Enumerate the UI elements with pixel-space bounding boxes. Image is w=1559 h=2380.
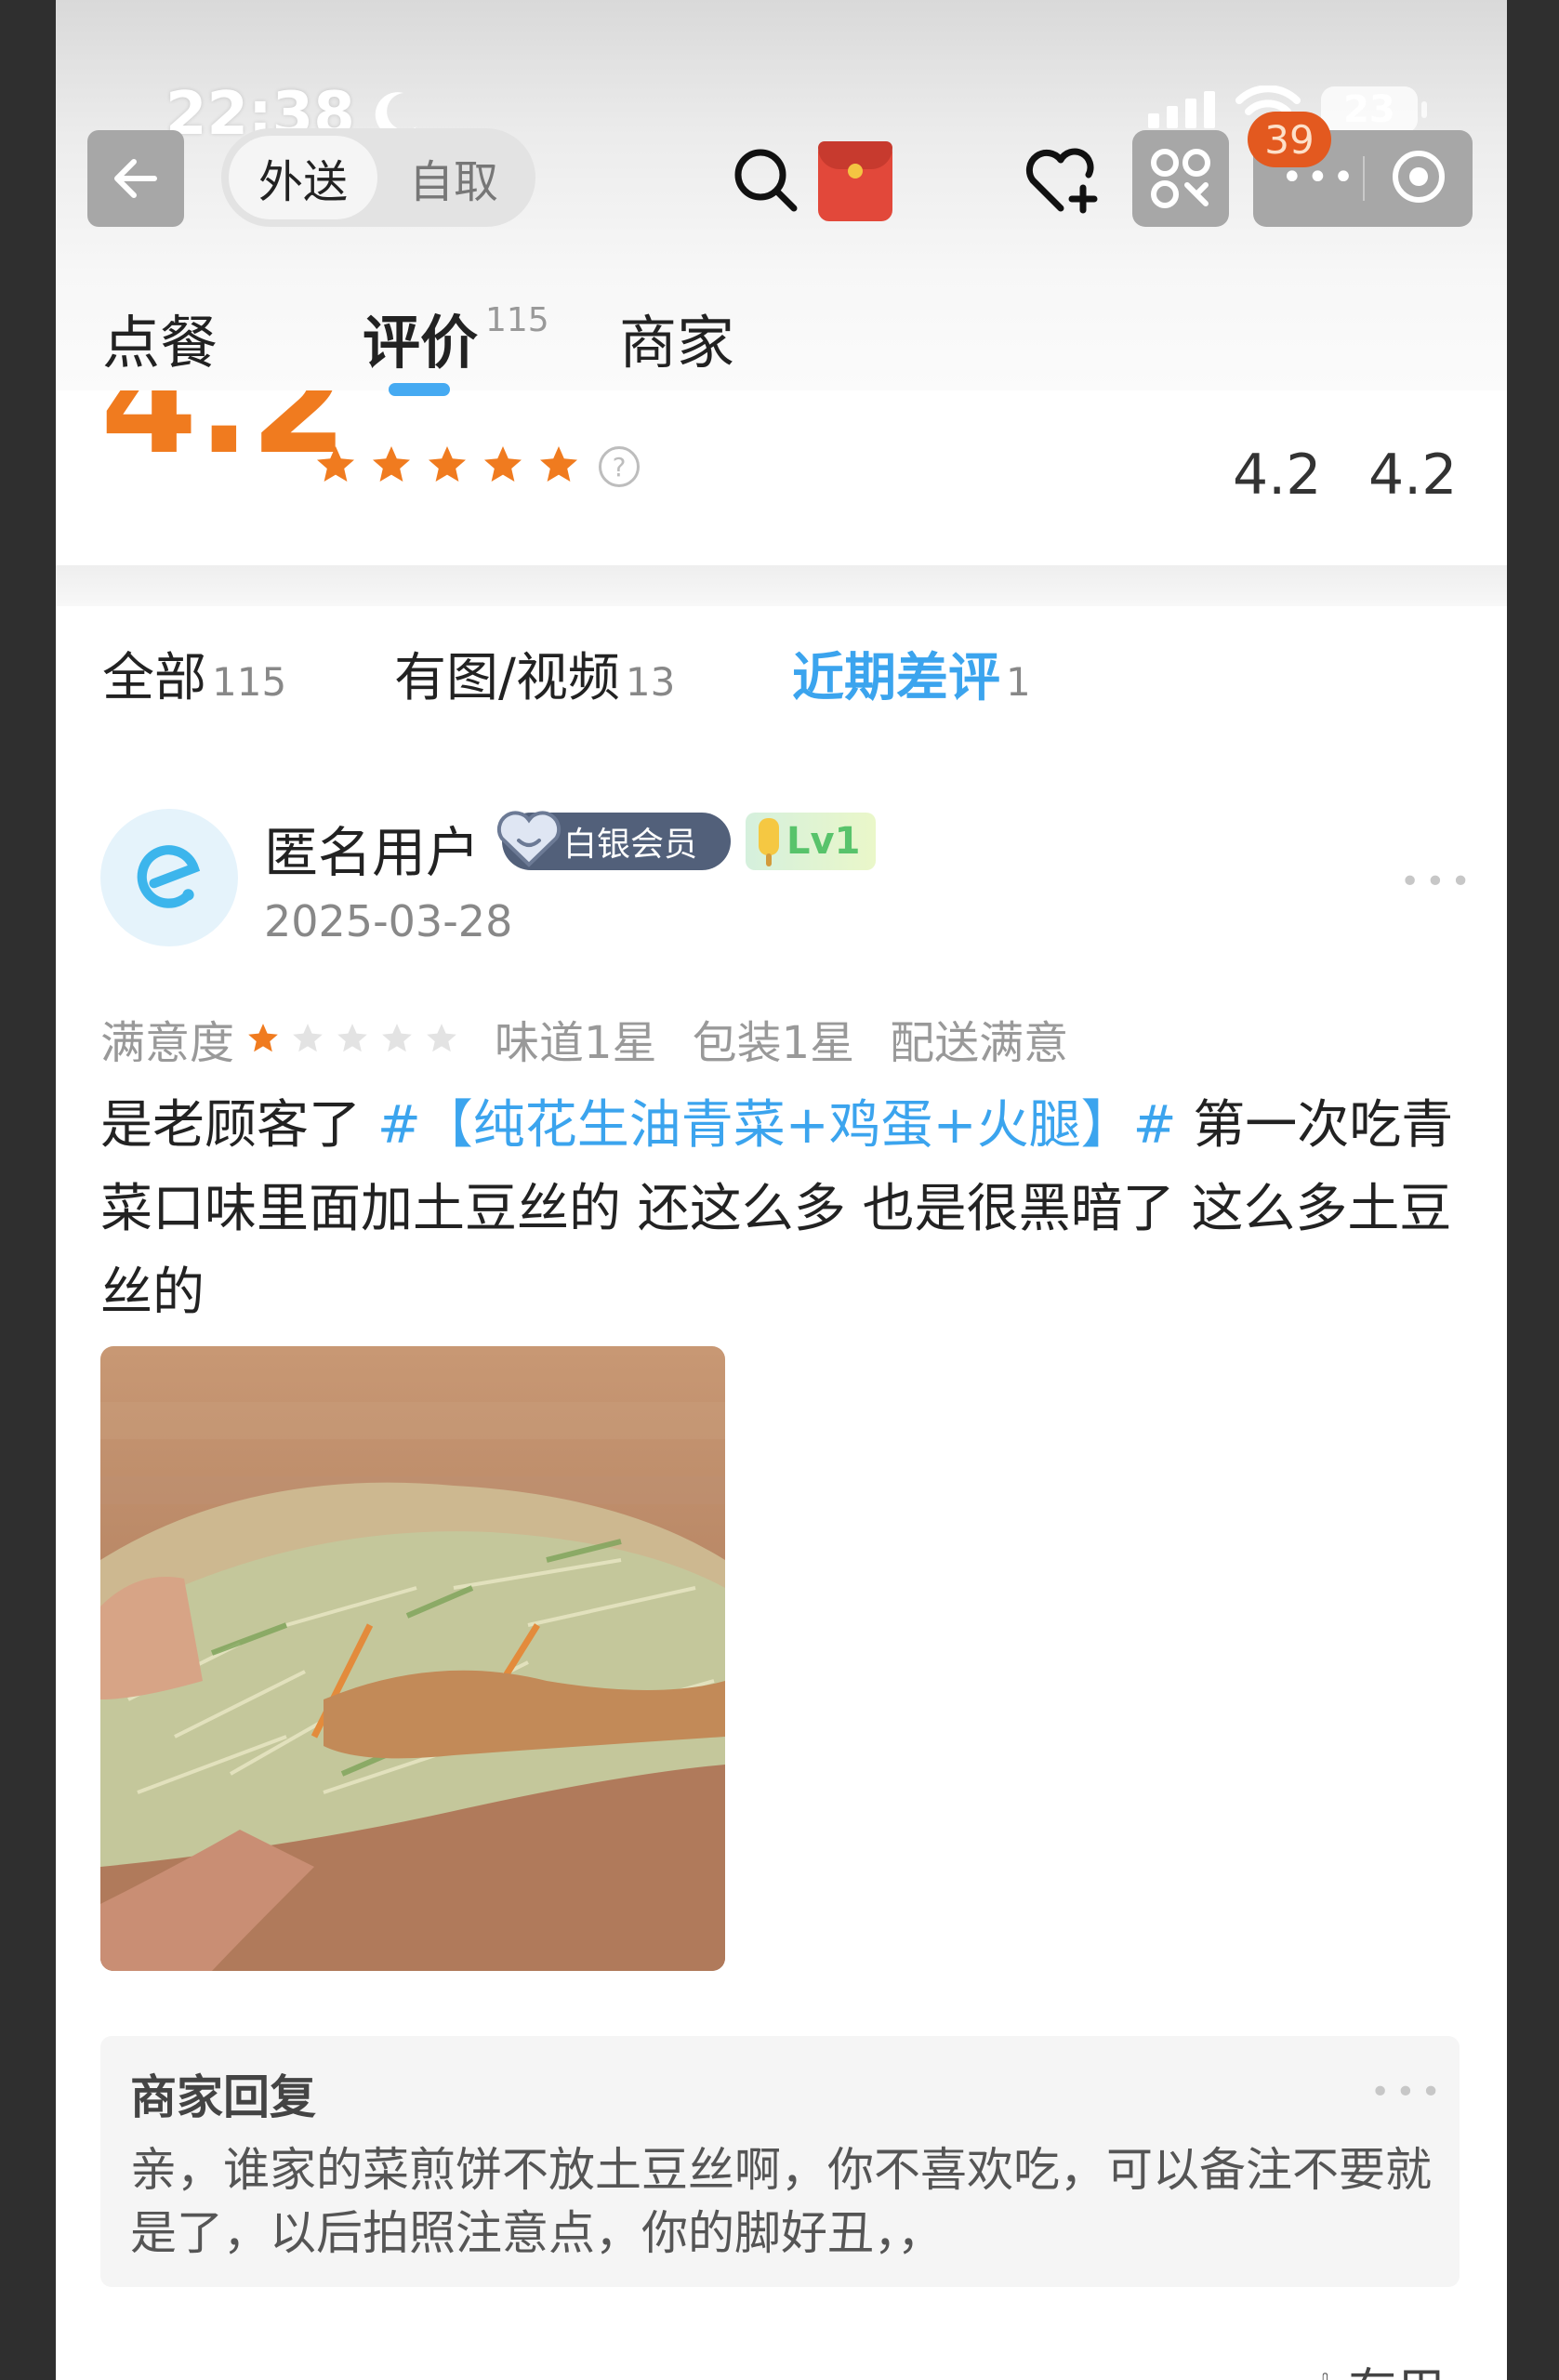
eleme-logo-icon <box>137 845 201 908</box>
reply-more-options-icon[interactable]: ••• <box>1370 2073 1447 2111</box>
filter-with-media[interactable]: 有图/视频 13 <box>394 636 675 711</box>
food-photo-graphic <box>100 1346 725 1971</box>
screen-frame-left <box>0 0 56 2380</box>
merchant-reply-title: 商家回复 <box>130 2070 316 2124</box>
review-username: 匿名用户 <box>264 821 481 884</box>
capsule-divider <box>1363 156 1365 201</box>
sub-score-2: 4.2 <box>1368 443 1458 508</box>
tab-reviews-count: 115 <box>485 301 549 339</box>
member-badge-label: 白银会员 <box>563 826 698 864</box>
review-text: 是老顾客了 #【纯花生油青菜+鸡蛋+火腿】# 第一次吃青菜口味里面加土豆丝的 还… <box>100 1084 1467 1335</box>
review-text-start: 是老顾客了 <box>100 1095 377 1156</box>
filter-recent-negative-count: 1 <box>1006 659 1031 705</box>
favorite-button[interactable] <box>1023 139 1104 221</box>
star-filled-icon <box>248 1024 278 1052</box>
star-empty-icon <box>382 1024 412 1052</box>
merchant-reply-text: 亲，谁家的菜煎饼不放土豆丝啊，你不喜欢吃，可以备注不要就是了，以后拍照注意点，你… <box>130 2143 1432 2260</box>
arrow-left-icon <box>114 159 157 198</box>
filter-with-media-count: 13 <box>625 659 676 705</box>
red-packet-icon[interactable] <box>818 141 892 221</box>
satisfaction-label: 满意度 <box>100 1017 235 1069</box>
filter-recent-negative-label: 近期差评 <box>792 648 1000 708</box>
star-empty-icon <box>427 1024 456 1052</box>
scan-button[interactable] <box>1132 130 1229 227</box>
star-icon <box>317 446 354 482</box>
satisfaction-stars <box>245 1021 459 1056</box>
rating-stars <box>312 443 582 487</box>
tab-order[interactable]: 点餐 <box>102 296 218 379</box>
star-icon <box>484 446 522 482</box>
filter-with-media-label: 有图/视频 <box>394 648 620 708</box>
close-miniprogram-icon[interactable] <box>1393 151 1445 203</box>
qr-code-icon <box>1151 149 1210 208</box>
product-tag[interactable]: #【纯花生油青菜+鸡蛋+火腿】# <box>377 1095 1177 1156</box>
filter-recent-negative[interactable]: 近期差评 1 <box>792 636 1031 711</box>
member-heart-icon <box>496 811 562 867</box>
star-icon <box>540 446 577 482</box>
overall-rating: 4.2 <box>100 390 348 493</box>
review-photo[interactable] <box>100 1346 725 1971</box>
app-screen: 22:38 23 外送 自取 ••• 39 点餐 评价 115 商家 4.2 ?… <box>56 0 1507 2380</box>
merchant-reply: 商家回复 亲，谁家的菜煎饼不放土豆丝啊，你不喜欢吃，可以备注不要就是了，以后拍照… <box>100 2036 1460 2287</box>
battery-indicator: 23 <box>1321 86 1427 133</box>
filter-all[interactable]: 全部 115 <box>102 636 286 711</box>
review-scores: 满意度 味道1星 包装1星 配送满意 <box>100 1006 1068 1071</box>
heart-plus-icon <box>1025 148 1098 214</box>
filter-all-label: 全部 <box>102 648 206 708</box>
star-empty-icon <box>337 1024 367 1052</box>
search-icon <box>734 149 798 212</box>
popsicle-icon <box>759 818 779 866</box>
delivery-mode-toggle: 外送 自取 <box>221 128 535 227</box>
review-date: 2025-03-28 <box>264 896 513 946</box>
thumbs-up-icon: ☝ <box>1303 2364 1333 2380</box>
filter-all-count: 115 <box>212 659 287 705</box>
review-more-options-icon[interactable]: ••• <box>1400 863 1476 901</box>
back-button[interactable] <box>87 130 184 227</box>
mode-delivery[interactable]: 外送 <box>229 136 377 219</box>
useful-button[interactable]: ☝ 有用 <box>1303 2352 1445 2380</box>
section-divider <box>56 565 1507 606</box>
level-badge: Lv1 <box>746 813 876 870</box>
star-icon <box>429 446 466 482</box>
search-button[interactable] <box>725 139 807 221</box>
taste-score: 味道1星 <box>495 1017 657 1069</box>
mode-pickup[interactable]: 自取 <box>379 136 528 219</box>
help-icon[interactable]: ? <box>599 446 640 487</box>
screen-frame-right <box>1507 0 1559 2380</box>
level-badge-label: Lv1 <box>786 820 861 863</box>
avatar[interactable] <box>100 809 238 946</box>
tab-merchant[interactable]: 商家 <box>619 296 734 379</box>
overall-rating-value: 4.2 <box>100 390 348 485</box>
sub-score-1: 4.2 <box>1233 443 1322 508</box>
active-tab-indicator <box>389 383 450 396</box>
member-badge: 白银会员 <box>496 811 731 870</box>
delivery-score: 配送满意 <box>890 1017 1069 1069</box>
star-empty-icon <box>293 1024 323 1052</box>
packaging-score: 包装1星 <box>692 1017 855 1069</box>
useful-label: 有用 <box>1348 2364 1445 2380</box>
tab-reviews[interactable]: 评价 <box>363 296 478 379</box>
signal-icon <box>1148 91 1215 128</box>
star-icon <box>373 446 410 482</box>
notification-badge: 39 <box>1248 112 1331 167</box>
